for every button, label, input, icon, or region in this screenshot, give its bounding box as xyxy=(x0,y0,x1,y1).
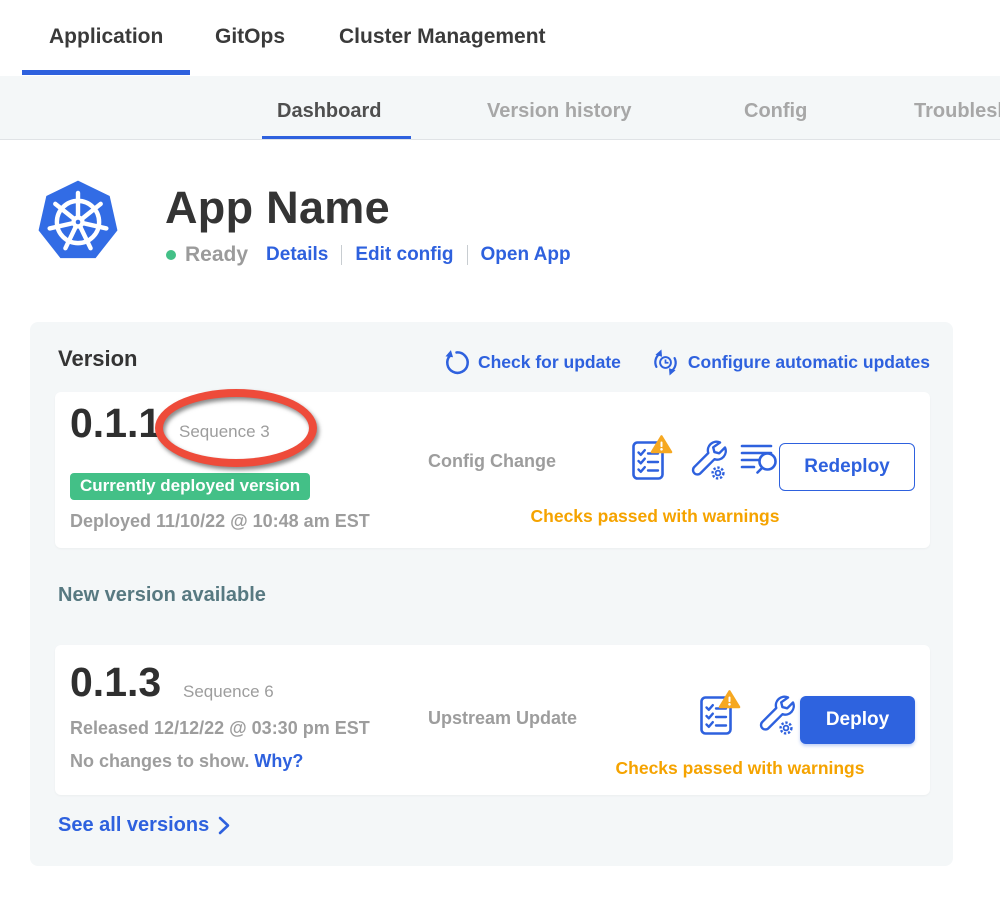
current-version-number: 0.1.1 xyxy=(70,400,161,447)
subtab-config[interactable]: Config xyxy=(744,100,807,123)
redeploy-button[interactable]: Redeploy xyxy=(779,443,915,491)
subtab-version-history[interactable]: Version history xyxy=(487,100,632,123)
current-checks-status: Checks passed with warnings xyxy=(475,506,835,527)
divider xyxy=(341,245,342,265)
available-source-label: Upstream Update xyxy=(428,708,577,729)
no-changes-label: No changes to show. xyxy=(70,751,249,771)
preflight-checks-warning-icon[interactable] xyxy=(700,689,741,736)
deployed-timestamp: Deployed 11/10/22 @ 10:48 am EST xyxy=(70,511,370,532)
no-changes-text: No changes to show. Why? xyxy=(70,751,303,772)
currently-deployed-badge: Currently deployed version xyxy=(70,473,310,500)
released-timestamp: Released 12/12/22 @ 03:30 pm EST xyxy=(70,718,370,739)
app-title: App Name xyxy=(165,182,390,234)
version-panel-actions: Check for update Configure automatic upd… xyxy=(443,348,930,377)
see-all-versions-label: See all versions xyxy=(58,814,209,837)
kubernetes-logo-icon xyxy=(34,176,122,273)
new-version-heading: New version available xyxy=(58,584,266,607)
deploy-button[interactable]: Deploy xyxy=(800,696,915,744)
open-app-link[interactable]: Open App xyxy=(481,244,571,266)
status-text: Ready xyxy=(185,243,248,267)
current-version-icons xyxy=(632,434,779,481)
app-status-row: Ready Details Edit config Open App xyxy=(166,243,571,267)
top-tab-application[interactable]: Application xyxy=(49,25,163,49)
available-version-number: 0.1.3 xyxy=(70,659,161,706)
configure-automatic-updates-label: Configure automatic updates xyxy=(688,352,930,373)
see-all-versions-link[interactable]: See all versions xyxy=(58,814,230,837)
active-tab-underline xyxy=(22,70,190,75)
preflight-checks-warning-icon[interactable] xyxy=(632,434,673,481)
available-checks-status: Checks passed with warnings xyxy=(560,758,920,779)
divider xyxy=(467,245,468,265)
top-tab-cluster-management[interactable]: Cluster Management xyxy=(339,25,546,49)
available-version-icons xyxy=(700,689,795,736)
why-link[interactable]: Why? xyxy=(254,751,303,771)
version-panel-title: Version xyxy=(58,346,137,372)
configure-automatic-updates-link[interactable]: Configure automatic updates xyxy=(651,348,930,377)
refresh-icon xyxy=(443,349,470,376)
available-version-sequence: Sequence 6 xyxy=(183,682,274,702)
edit-config-link[interactable]: Edit config xyxy=(355,244,453,266)
scheduled-sync-icon xyxy=(651,348,680,377)
page: Application GitOps Cluster Management Da… xyxy=(0,0,1000,898)
details-link[interactable]: Details xyxy=(266,244,328,266)
current-source-label: Config Change xyxy=(428,451,556,472)
sub-nav: Dashboard Version history Config Trouble… xyxy=(0,76,1000,140)
top-tab-gitops[interactable]: GitOps xyxy=(215,25,285,49)
active-subtab-underline xyxy=(262,136,411,140)
current-version-sequence: Sequence 3 xyxy=(179,422,270,442)
version-panel: Version Check for update Configur xyxy=(30,322,953,866)
subtab-troubleshoot[interactable]: Troubleshoot xyxy=(914,100,1000,123)
status-dot-icon xyxy=(166,250,176,260)
check-for-update-link[interactable]: Check for update xyxy=(443,348,621,377)
available-version-card: 0.1.3 Sequence 6 Released 12/12/22 @ 03:… xyxy=(55,645,930,795)
subtab-dashboard[interactable]: Dashboard xyxy=(277,100,381,123)
check-for-update-label: Check for update xyxy=(478,352,621,373)
release-notes-icon[interactable] xyxy=(740,439,779,477)
config-wrench-icon[interactable] xyxy=(754,689,795,736)
chevron-right-icon xyxy=(218,816,230,835)
top-nav: Application GitOps Cluster Management xyxy=(0,0,1000,76)
config-wrench-icon[interactable] xyxy=(686,434,727,481)
current-version-card: 0.1.1 Sequence 3 Currently deployed vers… xyxy=(55,392,930,548)
